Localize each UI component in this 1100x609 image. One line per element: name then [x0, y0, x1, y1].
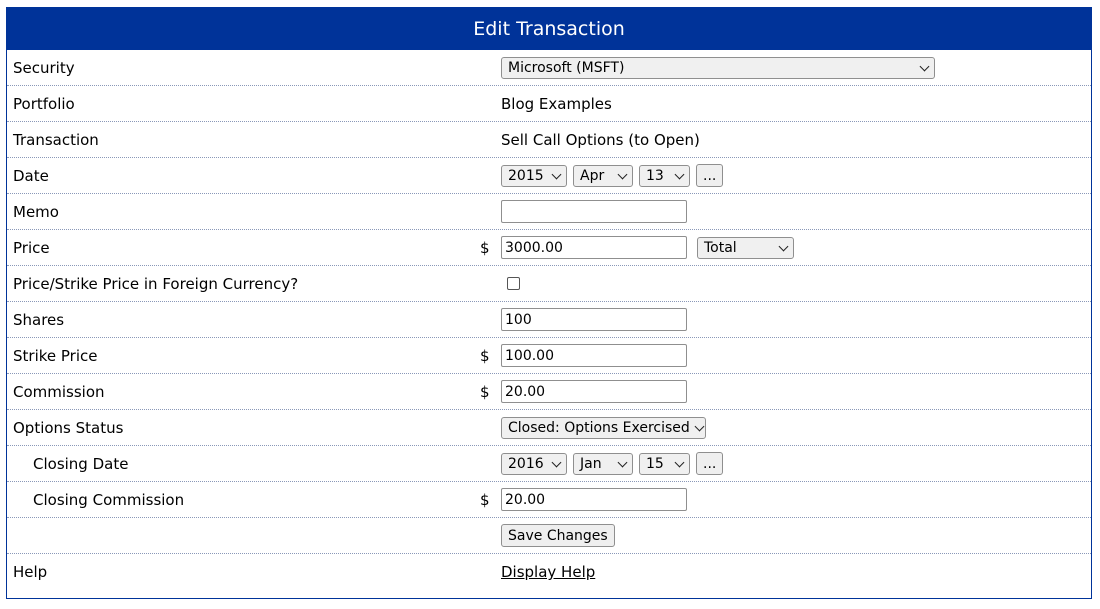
price-currency: $ [480, 238, 490, 257]
price-row: Price $ Total [7, 230, 1091, 266]
closing-date-year-value: 2016 [508, 455, 544, 472]
price-type-select[interactable]: Total [697, 236, 794, 259]
options-status-label: Options Status [13, 418, 124, 437]
strike-price-row: Strike Price $ [7, 338, 1091, 374]
closing-commission-row: Closing Commission $ [7, 482, 1091, 518]
memo-label: Memo [13, 202, 59, 221]
date-row: Date 2015 Apr 13 ... [7, 158, 1091, 194]
memo-row: Memo [7, 194, 1091, 230]
memo-input[interactable] [501, 200, 687, 223]
closing-date-year-select[interactable]: 2016 [501, 452, 567, 475]
chevron-down-icon [674, 169, 685, 179]
date-day-select[interactable]: 13 [639, 164, 690, 187]
chevron-down-icon [617, 457, 628, 467]
closing-date-picker-button[interactable]: ... [696, 452, 724, 475]
closing-commission-currency: $ [480, 490, 490, 509]
closing-date-month-select[interactable]: Jan [573, 452, 633, 475]
strike-price-input[interactable] [501, 344, 687, 367]
date-picker-button[interactable]: ... [696, 164, 724, 187]
price-type-value: Total [704, 239, 737, 256]
closing-date-label: Closing Date [33, 454, 129, 473]
chevron-down-icon [617, 169, 628, 179]
chevron-down-icon [694, 421, 705, 431]
page-title: Edit Transaction [473, 18, 625, 40]
chevron-down-icon [919, 61, 930, 71]
date-day-value: 13 [646, 167, 664, 184]
price-input[interactable] [501, 236, 687, 259]
edit-transaction-panel: Edit Transaction Security Microsoft (MSF… [6, 7, 1092, 599]
help-label: Help [13, 563, 48, 581]
date-picker-label: ... [703, 167, 717, 184]
closing-date-day-value: 15 [646, 455, 664, 472]
security-select[interactable]: Microsoft (MSFT) [501, 56, 935, 79]
shares-label: Shares [13, 310, 65, 329]
chevron-down-icon [551, 457, 562, 467]
title-bar: Edit Transaction [7, 8, 1091, 50]
commission-row: Commission $ [7, 374, 1091, 410]
commission-label: Commission [13, 382, 105, 401]
transaction-label: Transaction [13, 130, 99, 149]
foreign-currency-checkbox[interactable] [507, 277, 520, 290]
closing-date-day-select[interactable]: 15 [639, 452, 690, 475]
strike-price-label: Strike Price [13, 346, 98, 365]
transaction-row: Transaction Sell Call Options (to Open) [7, 122, 1091, 158]
portfolio-label: Portfolio [13, 94, 75, 113]
save-changes-label: Save Changes [508, 527, 608, 544]
chevron-down-icon [674, 457, 685, 467]
security-label: Security [13, 58, 75, 77]
foreign-currency-label: Price/Strike Price in Foreign Currency? [13, 274, 299, 293]
date-label: Date [13, 166, 49, 185]
security-row: Security Microsoft (MSFT) [7, 50, 1091, 86]
strike-price-currency: $ [480, 346, 490, 365]
price-label: Price [13, 238, 50, 257]
date-year-select[interactable]: 2015 [501, 164, 567, 187]
transaction-value: Sell Call Options (to Open) [501, 130, 700, 149]
save-row: Save Changes [7, 518, 1091, 554]
chevron-down-icon [551, 169, 562, 179]
closing-date-month-value: Jan [580, 455, 602, 472]
portfolio-value: Blog Examples [501, 94, 612, 113]
portfolio-row: Portfolio Blog Examples [7, 86, 1091, 122]
date-month-select[interactable]: Apr [573, 164, 633, 187]
options-status-row: Options Status Closed: Options Exercised [7, 410, 1091, 446]
commission-currency: $ [480, 382, 490, 401]
closing-date-picker-label: ... [703, 455, 717, 472]
options-status-selected: Closed: Options Exercised [508, 419, 690, 436]
commission-input[interactable] [501, 380, 687, 403]
security-selected: Microsoft (MSFT) [508, 59, 625, 76]
closing-commission-input[interactable] [501, 488, 687, 511]
save-changes-button[interactable]: Save Changes [501, 524, 615, 547]
closing-date-row: Closing Date 2016 Jan 15 ... [7, 446, 1091, 482]
foreign-currency-row: Price/Strike Price in Foreign Currency? [7, 266, 1091, 302]
options-status-select[interactable]: Closed: Options Exercised [501, 416, 706, 439]
closing-commission-label: Closing Commission [33, 490, 185, 509]
date-year-value: 2015 [508, 167, 544, 184]
chevron-down-icon [778, 241, 789, 251]
date-month-value: Apr [580, 167, 605, 184]
shares-input[interactable] [501, 308, 687, 331]
help-row: Help Display Help [7, 554, 1091, 590]
shares-row: Shares [7, 302, 1091, 338]
display-help-link[interactable]: Display Help [501, 563, 595, 581]
